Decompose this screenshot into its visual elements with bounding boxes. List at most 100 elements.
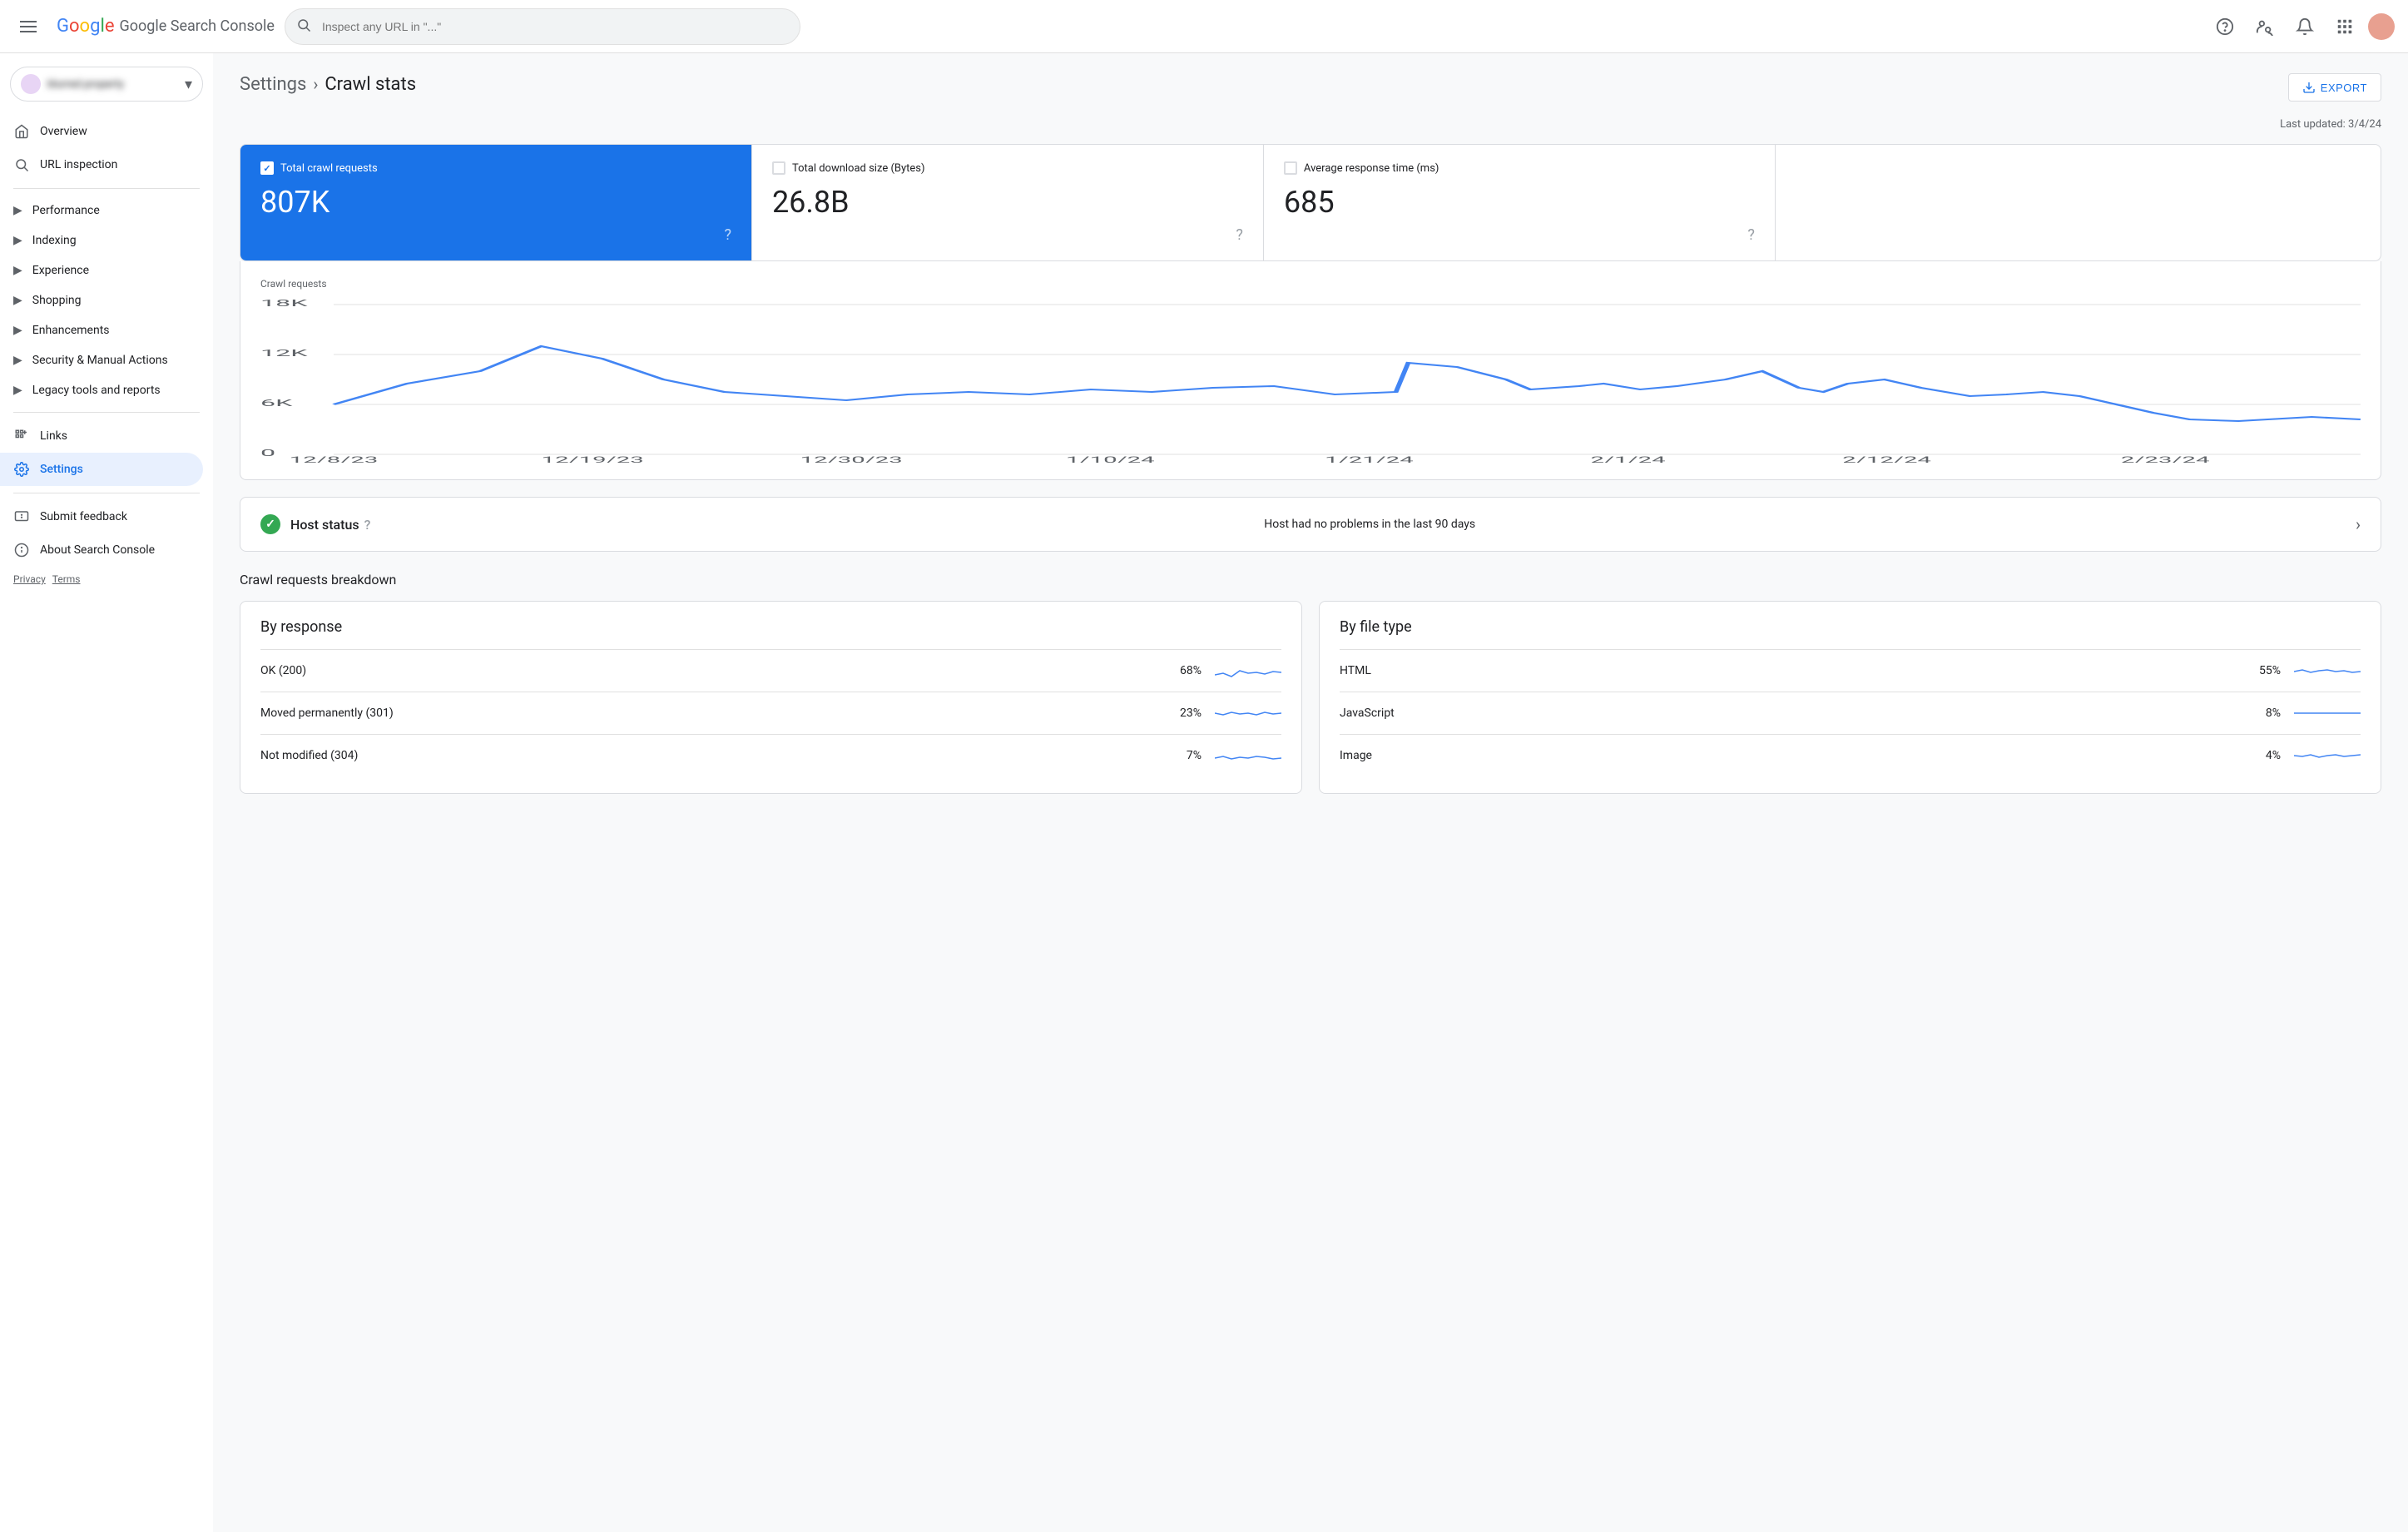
crawl-chart: 18K 12K 6K 0 12/8/23 12/19/23 12/30/23 1… [260,296,2361,463]
property-button[interactable]: blurred property ▾ [10,67,203,102]
stat-card-header: Total crawl requests [260,161,731,175]
svg-text:12K: 12K [260,348,309,359]
svg-text:2/12/24: 2/12/24 [1842,455,1931,463]
help-icon[interactable]: ? [1236,226,1243,244]
search-input[interactable] [285,8,800,45]
stat-card-avg-response[interactable]: Average response time (ms) 685 ? [1264,145,1776,260]
chart-line [334,346,2361,421]
sidebar-item-label: Links [40,429,67,443]
notifications-button[interactable] [2288,10,2321,43]
svg-text:6K: 6K [260,398,294,409]
topbar-left: Google Google Search Console [13,14,275,39]
logo: Google Google Search Console [57,16,275,37]
help-icon[interactable]: ? [1747,226,1755,244]
feedback-icon [13,508,30,525]
account-switch-button[interactable] [2248,10,2282,43]
breakdown-card-title: By file type [1340,618,2361,636]
sidebar-group-experience[interactable]: ▶ Experience [0,255,203,285]
search-icon [13,156,30,173]
breakdown-label: Moved permanently (301) [260,707,1168,720]
topbar: Google Google Search Console [0,0,2408,53]
breakdown-pct: 4% [2247,749,2281,762]
menu-button[interactable] [13,14,43,39]
host-status-card[interactable]: ✓ Host status ? Host had no problems in … [240,497,2381,552]
breakdown-row: Image 4% [1340,734,2361,776]
sidebar-group-shopping[interactable]: ▶ Shopping [0,285,203,315]
breakdown-row: HTML 55% [1340,649,2361,692]
export-button[interactable]: EXPORT [2288,73,2381,102]
sidebar-item-overview[interactable]: Overview [0,115,203,148]
stat-card-total-crawl[interactable]: Total crawl requests 807K ? [240,145,752,260]
divider [13,412,200,413]
sidebar-group-indexing[interactable]: ▶ Indexing [0,226,203,255]
host-status-icon: ✓ [260,514,280,534]
sidebar-item-settings[interactable]: Settings [0,453,203,486]
stat-label: Total crawl requests [280,162,378,175]
sparkline [1215,701,1281,726]
divider [13,188,200,189]
breakdown-pct: 8% [2247,707,2281,720]
sidebar-group-enhancements[interactable]: ▶ Enhancements [0,315,203,345]
breakdown-pct: 55% [2247,664,2281,677]
sidebar-group-performance[interactable]: ▶ Performance [0,196,203,226]
sidebar: blurred property ▾ Overview URL inspecti… [0,53,213,1532]
stat-label: Total download size (Bytes) [792,162,925,175]
chevron-right-icon: ▶ [13,294,22,307]
breadcrumb-current: Crawl stats [325,74,416,95]
apps-button[interactable] [2328,10,2361,43]
svg-text:12/8/23: 12/8/23 [290,455,379,463]
breadcrumb-separator: › [313,74,318,94]
info-icon [13,542,30,558]
svg-text:0: 0 [260,448,275,459]
breakdown-pct: 23% [1168,707,1202,720]
help-icon[interactable]: ? [724,226,731,244]
property-selector: blurred property ▾ [10,67,203,102]
help-button[interactable] [2208,10,2242,43]
sidebar-item-label: About Search Console [40,543,155,557]
topbar-right [2208,10,2395,43]
settings-icon [13,461,30,478]
stat-value: 26.8B [772,185,1243,220]
breakdown-row: OK (200) 68% [260,649,1281,692]
svg-text:18K: 18K [260,298,309,309]
sparkline [2294,701,2361,726]
sidebar-item-label: Settings [40,463,83,476]
stat-footer: ? [260,226,731,244]
svg-text:2/1/24: 2/1/24 [1590,455,1665,463]
chevron-right-icon: ▶ [13,264,22,277]
google-logo: Google [57,16,114,37]
sidebar-group-label: Security & Manual Actions [32,354,168,367]
stat-card-empty [1776,145,2381,260]
breakdown-label: OK (200) [260,664,1168,677]
sidebar-item-about[interactable]: About Search Console [0,533,203,567]
svg-text:2/23/24: 2/23/24 [2121,455,2210,463]
sidebar-group-legacy[interactable]: ▶ Legacy tools and reports [0,375,203,405]
home-icon [13,123,30,140]
sidebar-group-label: Legacy tools and reports [32,384,161,397]
last-updated: Last updated: 3/4/24 [240,118,2381,131]
breadcrumb: Settings › Crawl stats [240,74,416,95]
stats-row: Total crawl requests 807K ? Total downlo… [240,144,2381,261]
breakdown-card-title: By response [260,618,1281,636]
property-text: blurred property [47,78,178,91]
sidebar-group-label: Experience [32,264,89,277]
sparkline [1215,658,1281,683]
avatar[interactable] [2368,13,2395,40]
help-circle-icon: ? [364,517,371,533]
host-status-title: Host status ? [290,517,370,533]
breakdown-label: Not modified (304) [260,749,1168,762]
breadcrumb-parent[interactable]: Settings [240,74,306,95]
download-icon [2302,81,2316,94]
sidebar-item-links[interactable]: Links [0,419,203,453]
sparkline [1215,743,1281,768]
chevron-right-icon: ▶ [13,384,22,397]
breakdown-card-filetype: By file type HTML 55% JavaScript 8% [1319,601,2381,794]
sidebar-item-url-inspection[interactable]: URL inspection [0,148,203,181]
sidebar-item-submit-feedback[interactable]: Submit feedback [0,500,203,533]
sidebar-group-security[interactable]: ▶ Security & Manual Actions [0,345,203,375]
sparkline [2294,658,2361,683]
terms-link[interactable]: Terms [52,573,81,585]
breakdown-title: Crawl requests breakdown [240,572,2381,588]
privacy-link[interactable]: Privacy [13,573,46,585]
stat-card-total-download[interactable]: Total download size (Bytes) 26.8B ? [752,145,1264,260]
